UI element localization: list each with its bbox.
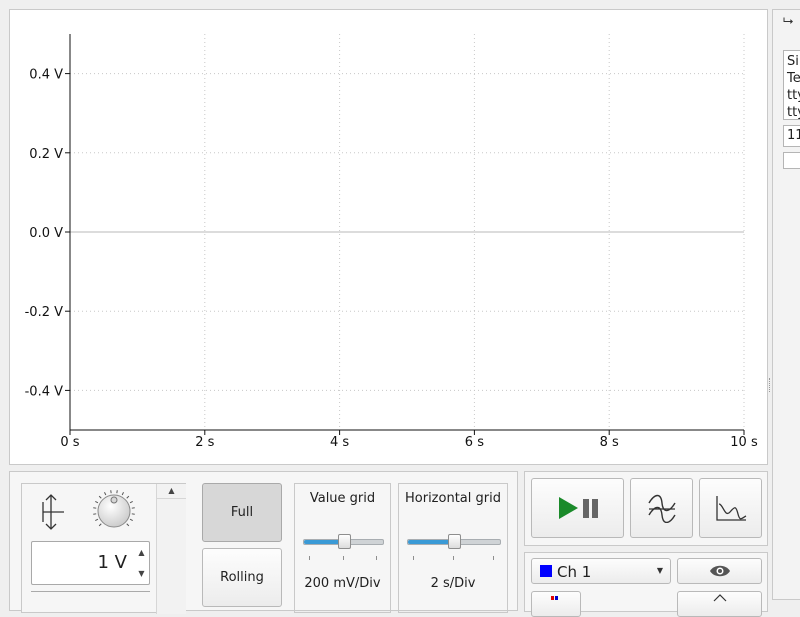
channel-visibility-button[interactable] [677,558,762,584]
knob-tick [122,492,123,495]
scale-group: 1 V ▲ ▼ ▲ [21,483,186,613]
channel-color-button[interactable] [531,591,581,617]
slider-tick [493,556,494,560]
value-grid-slider-ticks [309,556,376,560]
spin-down-button[interactable]: ▼ [134,563,149,584]
scale-knob-icon[interactable] [92,489,136,533]
port-field[interactable]: 11 [783,125,800,147]
knob-tick [95,519,98,520]
knob-tick [95,501,98,502]
plot-area[interactable]: 0.4 V 0.2 V 0.0 V -0.2 V -0.4 V 0 s 2 s 4 s 6 s 8… [10,10,767,464]
side-small-field[interactable] [783,152,800,169]
knob-tick [104,492,105,495]
scale-divider [31,591,150,592]
channel-select[interactable]: Ch 1 ▼ [531,558,671,584]
value-grid-slider[interactable] [303,539,384,545]
spin-up-button[interactable]: ▲ [134,542,149,563]
play-pause-button[interactable] [531,478,624,538]
scale-spinbox[interactable]: 1 V ▲ ▼ [31,541,150,585]
horizontal-grid-slider[interactable] [407,539,501,545]
channel-settings-button[interactable] [677,591,762,617]
x-tick-label: 2 s [195,435,214,450]
slider-tick [376,556,377,560]
scale-scrollbar[interactable]: ▲ [156,484,186,614]
scale-value: 1 V [98,552,128,573]
horizontal-grid-title: Horizontal grid [399,491,507,506]
x-tick-label: 10 s [730,435,758,450]
value-grid-readout: 200 mV/Div [295,576,390,591]
x-tick-label: 8 s [600,435,619,450]
y-tick-label: -0.4 V [25,384,63,399]
info-line: tty [787,104,800,120]
pulse-icon [713,594,727,602]
vertical-scale-icon[interactable] [34,492,68,532]
channel-panel: Ch 1 ▼ [524,552,768,612]
scroll-up-arrow-icon[interactable]: ▲ [157,484,186,499]
sine-wave-icon [647,493,677,523]
horizontal-grid-readout: 2 s/Div [399,576,507,591]
y-tick-label: 0.0 V [29,226,63,241]
slider-tick [309,556,310,560]
eye-icon [709,564,731,578]
x-tick-label: 0 s [60,435,79,450]
rolling-mode-button[interactable]: Rolling [202,548,282,607]
info-line: Te [787,70,800,87]
play-pause-icon [556,496,600,520]
y-tick-label: 0.2 V [29,147,63,162]
knob-tick [99,496,101,498]
waveform-button[interactable] [630,478,693,538]
full-mode-label: Full [231,505,253,520]
controls-panel: 1 V ▲ ▼ ▲ Full Rolling Value grid 200 mV… [9,471,518,611]
color-palette-icon [550,595,562,605]
info-box: Si Te tty tty [783,50,800,120]
horizontal-grid-group: Horizontal grid 2 s/Div [398,483,508,613]
horizontal-grid-slider-ticks [413,556,493,560]
knob-tick [130,501,133,502]
knob-tick [130,519,133,520]
full-mode-button[interactable]: Full [202,483,282,542]
plot-panel: 0.4 V 0.2 V 0.0 V -0.2 V -0.4 V 0 s 2 s 4 s 6 s 8… [9,9,768,465]
channel-color-swatch [540,565,552,577]
y-tick-label: -0.2 V [25,305,63,320]
spectrum-button[interactable] [699,478,762,538]
panel-resize-handle[interactable] [769,378,772,392]
channel-select-value: Ch 1 [557,563,591,581]
rolling-mode-label: Rolling [220,570,264,585]
side-panel: ⮡ Si Te tty tty 11 [772,9,800,600]
info-line: Si [787,53,800,70]
knob-tick [127,524,129,526]
value-grid-group: Value grid 200 mV/Div [294,483,391,613]
port-field-value: 11 [787,128,800,143]
y-tick-label: 0.4 V [29,68,63,83]
knob-tick [99,524,101,526]
acquisition-panel [524,471,768,546]
knob-tick [127,496,129,498]
x-tick-label: 4 s [330,435,349,450]
slider-tick [413,556,414,560]
slider-tick [343,556,344,560]
panel-float-icon[interactable]: ⮡ [783,14,800,30]
value-grid-slider-handle[interactable] [338,534,351,549]
horizontal-grid-slider-handle[interactable] [448,534,461,549]
chevron-down-icon: ▼ [657,566,663,575]
x-tick-label: 6 s [465,435,484,450]
slider-tick [453,556,454,560]
value-grid-title: Value grid [295,491,390,506]
spectrum-chart-icon [714,494,748,522]
info-line: tty [787,87,800,104]
